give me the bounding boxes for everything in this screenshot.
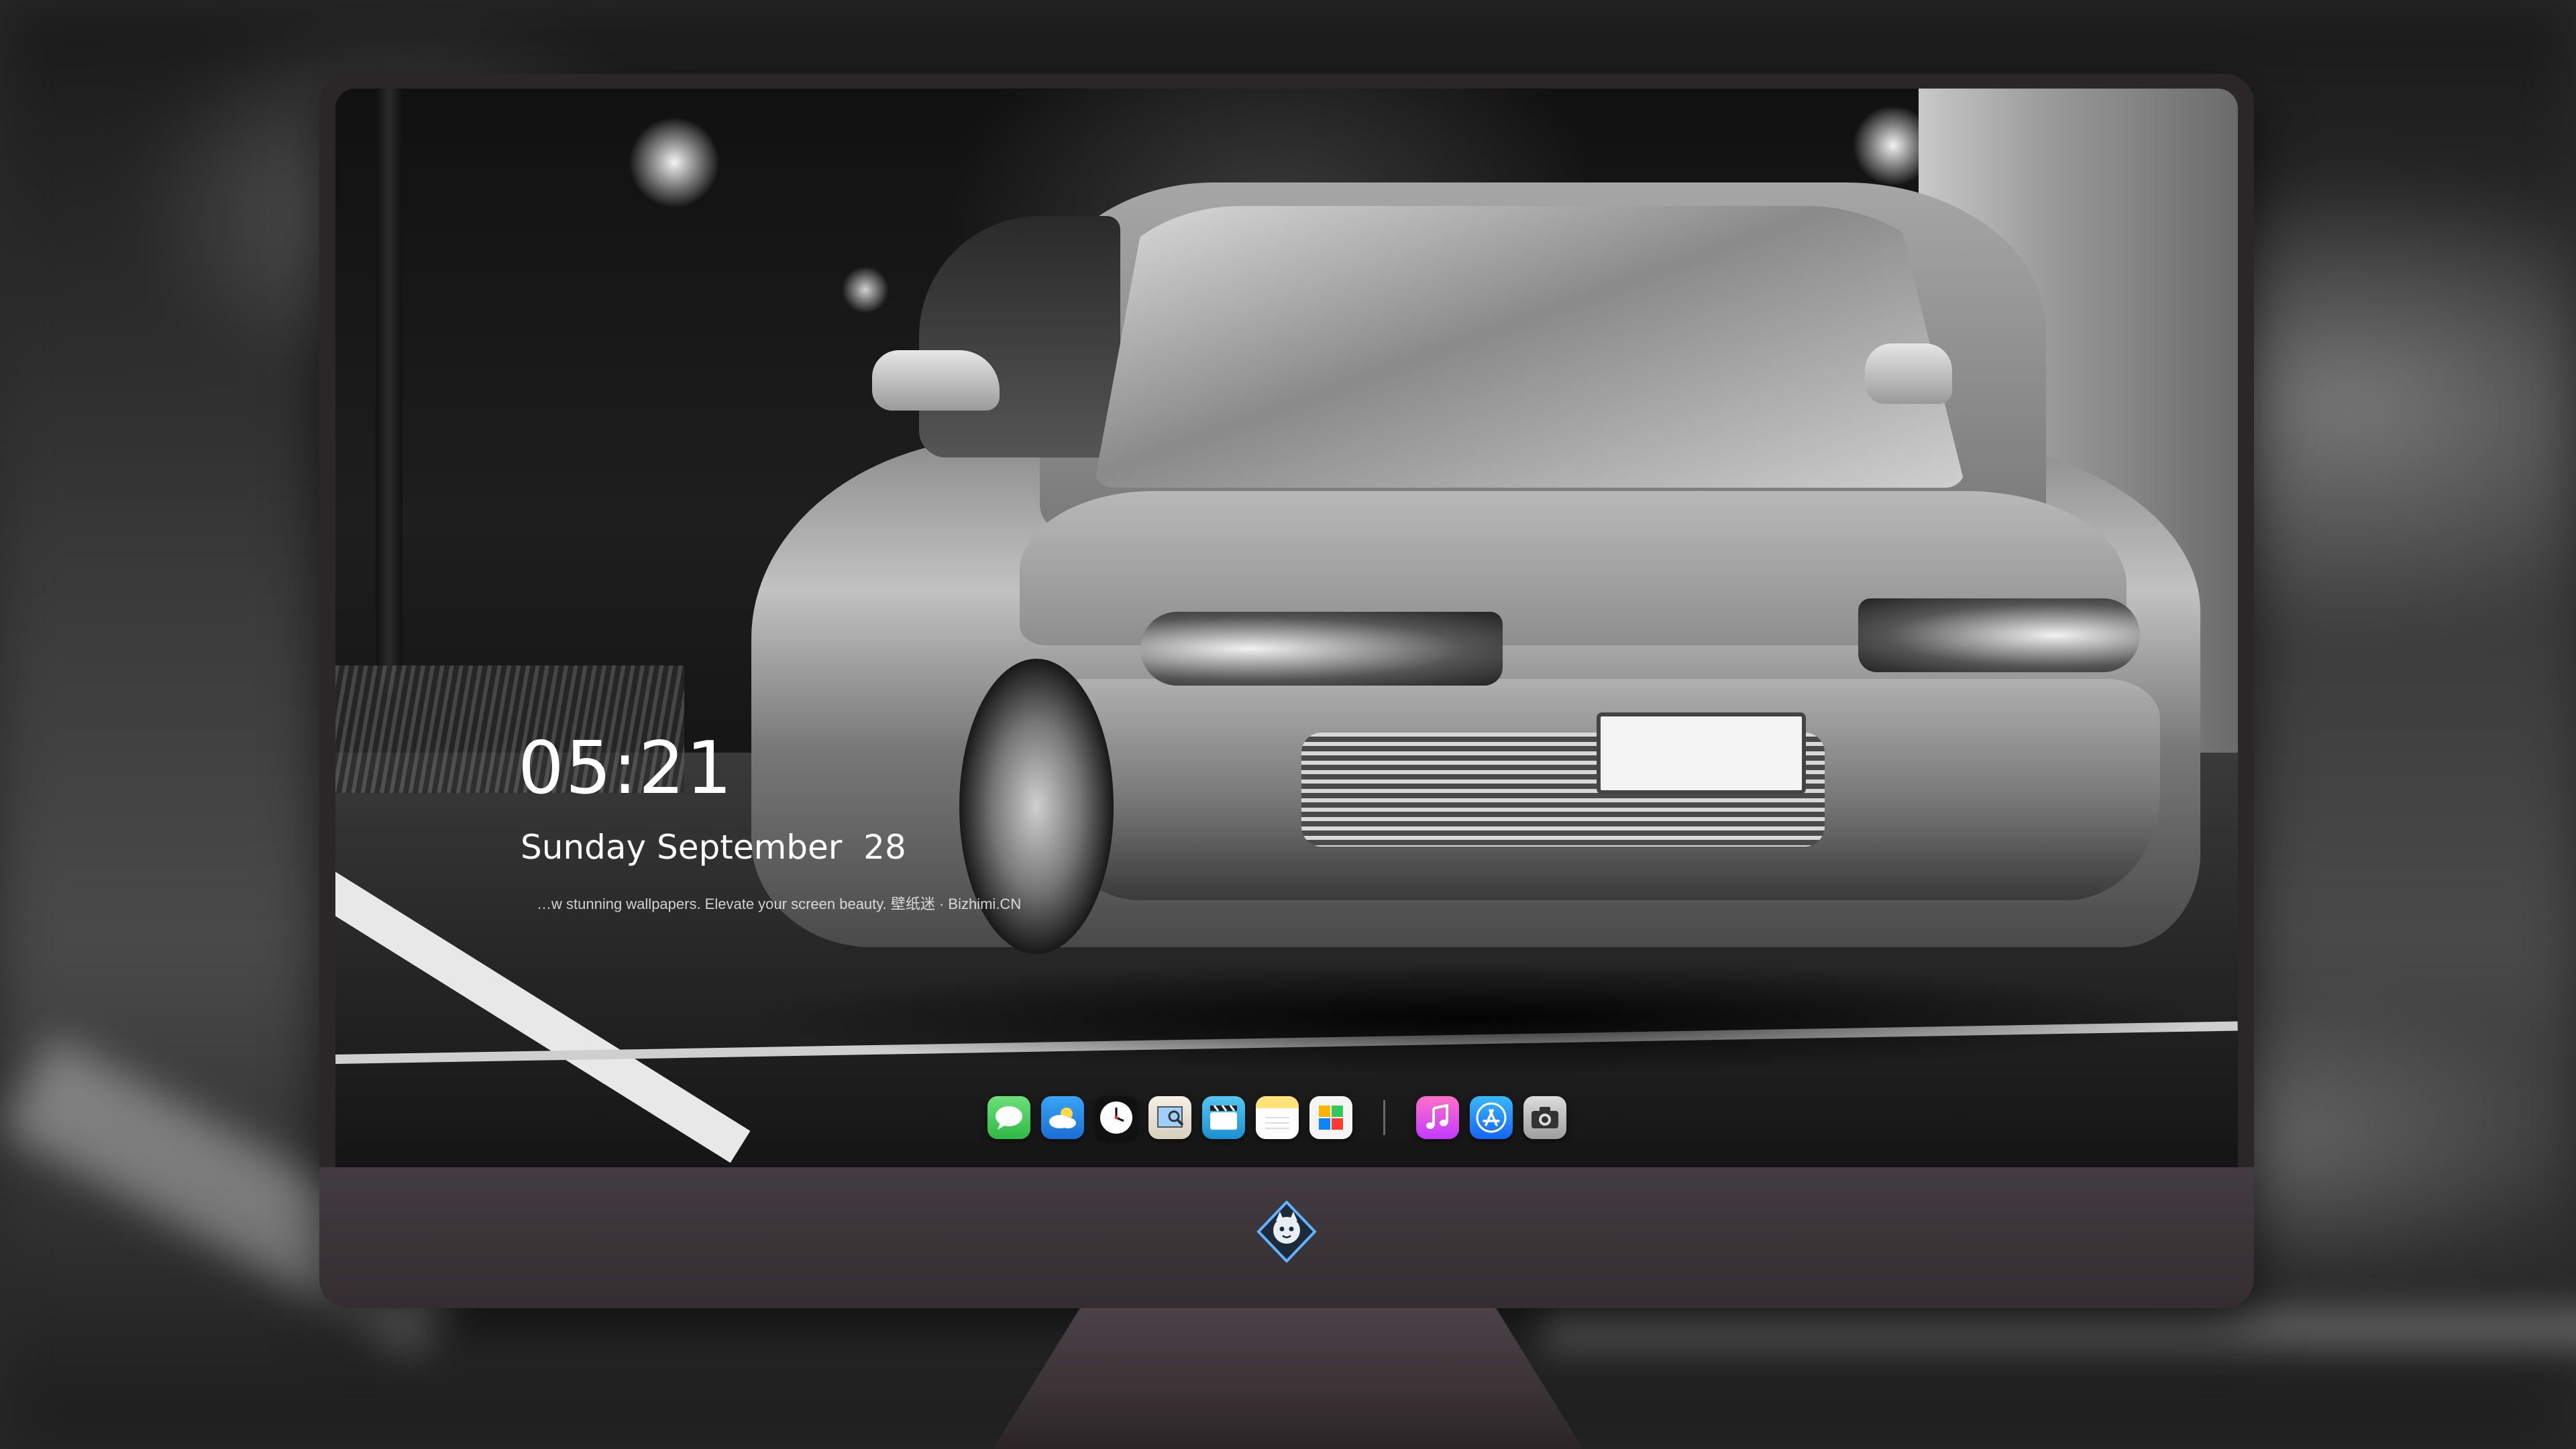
music-icon[interactable] (1416, 1096, 1459, 1139)
background-stripe (1543, 1308, 2576, 1348)
car-headlight (1858, 598, 2140, 672)
video-icon[interactable] (1202, 1096, 1245, 1139)
lock-screen-date: Sunday September 28 (521, 828, 906, 867)
car-windshield (1093, 206, 1966, 488)
photos-icon[interactable] (1309, 1096, 1352, 1139)
dock-separator (1383, 1100, 1385, 1135)
car-license-plate (1597, 712, 1806, 794)
car-mirror (872, 350, 1000, 411)
screen: 05:21 Sunday September 28 …w stunning wa… (335, 89, 2238, 1167)
monitor: 05:21 Sunday September 28 …w stunning wa… (319, 74, 2254, 1308)
camera-icon[interactable] (1523, 1096, 1566, 1139)
preview-icon[interactable] (1148, 1096, 1191, 1139)
monitor-stand (993, 1308, 1583, 1449)
messages-icon[interactable] (987, 1096, 1030, 1139)
wallpaper-tagline: …w stunning wallpapers. Elevate your scr… (537, 896, 1022, 912)
car-shadow (738, 961, 2214, 1075)
wallpaper (335, 89, 2238, 1167)
lock-screen-clock: 05:21 (518, 727, 734, 810)
wallpaper-tree (376, 89, 402, 692)
brand-logo-icon (1256, 1201, 1317, 1263)
clock-icon[interactable] (1095, 1096, 1138, 1139)
monitor-chin (319, 1167, 2254, 1308)
car-headlight (1140, 612, 1503, 686)
weather-icon[interactable] (1041, 1096, 1084, 1139)
car-mirror (1865, 343, 1952, 404)
app-store-icon[interactable] (1470, 1096, 1513, 1139)
notes-icon[interactable] (1256, 1096, 1299, 1139)
dock (987, 1091, 1566, 1144)
